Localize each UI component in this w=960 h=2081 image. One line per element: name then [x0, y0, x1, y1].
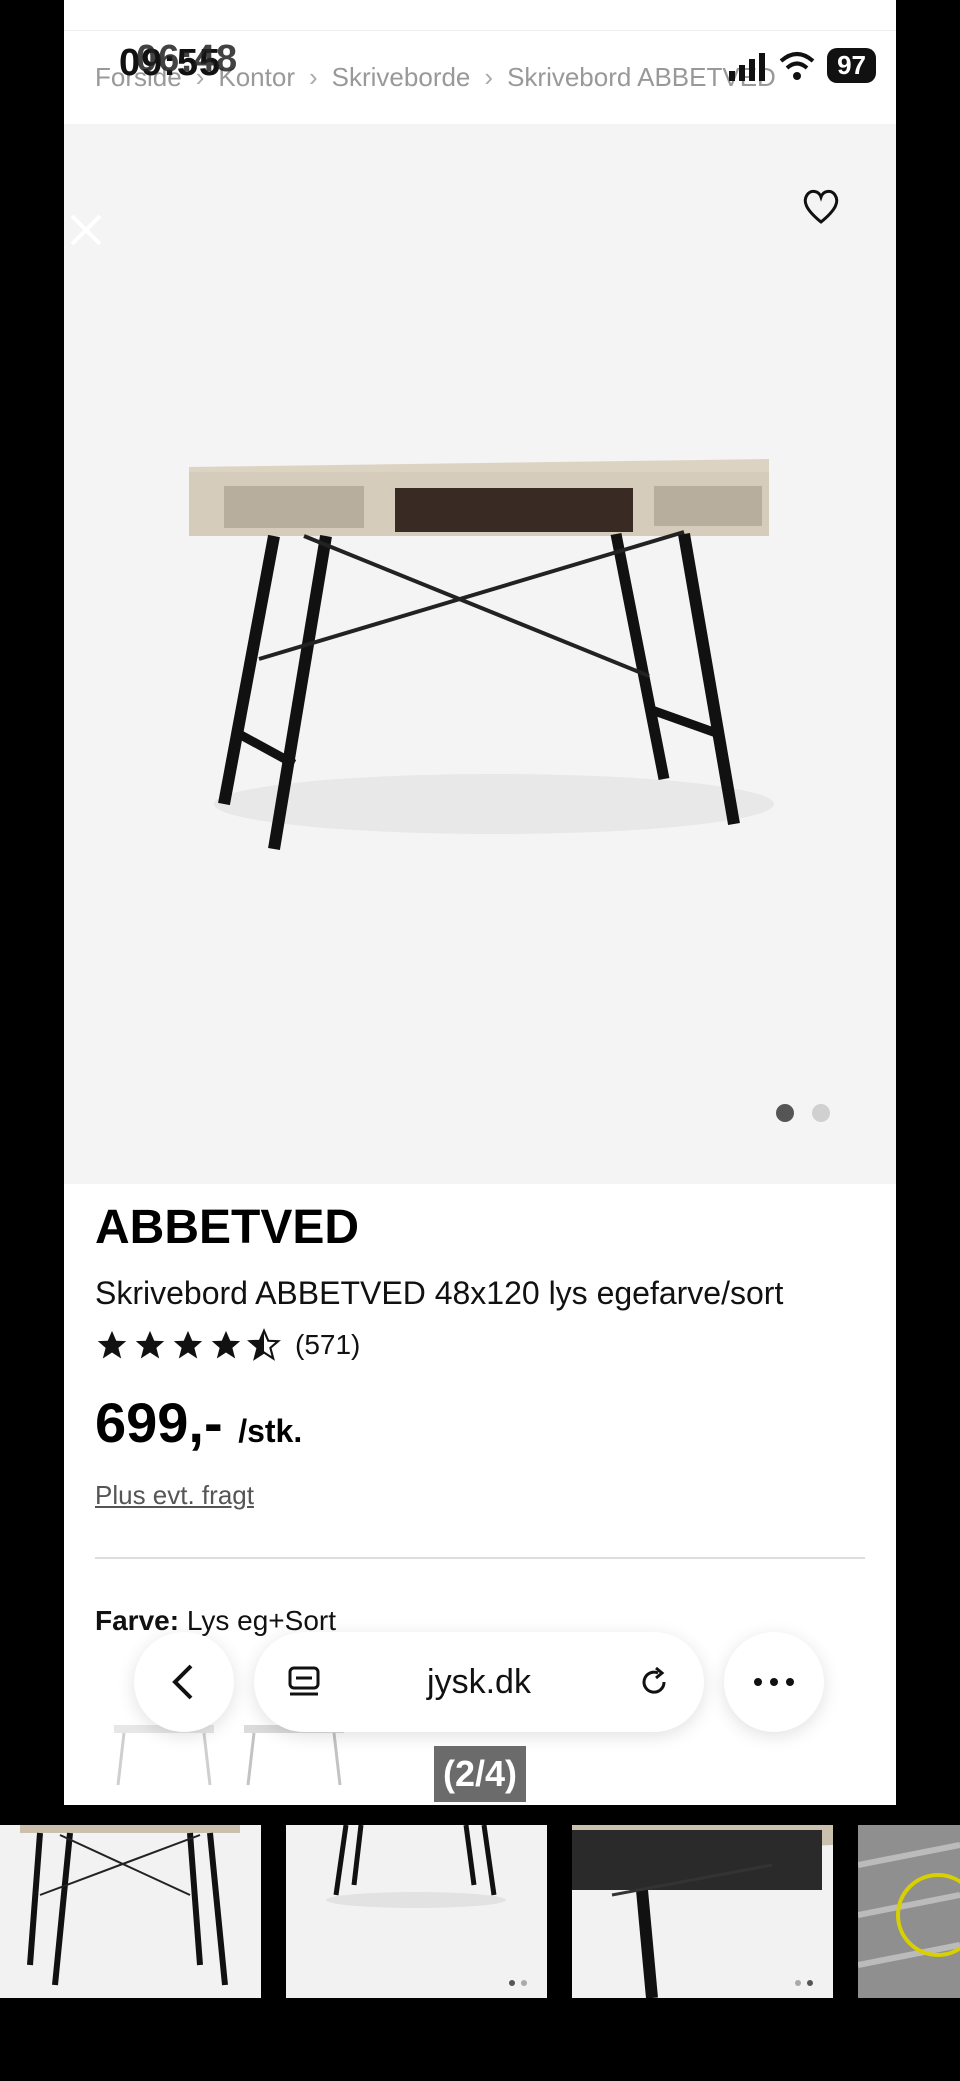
shipping-link[interactable]: Plus evt. fragt: [95, 1480, 254, 1511]
thumbnail-strip: [0, 1825, 960, 1998]
signal-icon: [729, 52, 766, 81]
status-icons: 97: [727, 48, 876, 83]
thumbnail-1[interactable]: [0, 1825, 261, 1998]
phone-screen: Forside › Kontor › Skriveborde › Skriveb…: [64, 0, 896, 1805]
thumbnail-4[interactable]: [858, 1825, 960, 1998]
thumbnail-dots: [509, 1980, 527, 1986]
star-half-icon: [247, 1328, 281, 1361]
back-button[interactable]: [134, 1632, 234, 1732]
thumbnail-3[interactable]: [572, 1825, 833, 1998]
gallery-counter: (2/4): [434, 1746, 526, 1802]
thumbnail-image: [20, 1825, 240, 1986]
tabs-icon[interactable]: [286, 1664, 322, 1700]
battery-indicator: 97: [827, 48, 876, 83]
more-icon: [754, 1678, 794, 1686]
thumbnail-dots: [795, 1980, 813, 1986]
product-brand: ABBETVED: [95, 1201, 360, 1254]
status-time-overlay: 06:48: [136, 38, 239, 80]
browser-toolbar: jysk.dk: [134, 1632, 824, 1732]
back-icon: [172, 1664, 193, 1700]
desk-product-image: [189, 459, 774, 850]
rating-stars: [95, 1328, 281, 1362]
product-rating[interactable]: (571): [95, 1328, 360, 1362]
product-price: 699,- /stk.: [95, 1390, 302, 1455]
top-strip: [64, 0, 896, 31]
star-icon: [211, 1330, 241, 1359]
reload-icon[interactable]: [636, 1664, 672, 1700]
more-button[interactable]: [724, 1632, 824, 1732]
rating-count: (571): [295, 1329, 361, 1360]
carousel-dot[interactable]: [776, 1104, 794, 1122]
divider: [95, 1557, 865, 1559]
thumbnail-2[interactable]: [286, 1825, 547, 1998]
price-unit: /stk.: [238, 1413, 303, 1449]
address-bar[interactable]: jysk.dk: [254, 1632, 704, 1732]
status-bar: 09:55 06:48 97: [64, 30, 896, 100]
thumbnail-image: [572, 1825, 833, 1998]
wifi-icon: [779, 51, 815, 80]
star-icon: [173, 1330, 203, 1359]
product-image-carousel[interactable]: [64, 124, 896, 1184]
carousel-dots: [776, 1104, 830, 1122]
thumbnail-image: [858, 1825, 960, 1998]
url-text[interactable]: jysk.dk: [427, 1663, 531, 1702]
carousel-dot[interactable]: [812, 1104, 830, 1122]
thumbnail-image: [326, 1825, 506, 1908]
star-icon: [97, 1330, 127, 1359]
price-value: 699,-: [95, 1391, 223, 1454]
product-title: Skrivebord ABBETVED 48x120 lys egefarve/…: [95, 1275, 784, 1311]
star-icon: [135, 1330, 165, 1359]
